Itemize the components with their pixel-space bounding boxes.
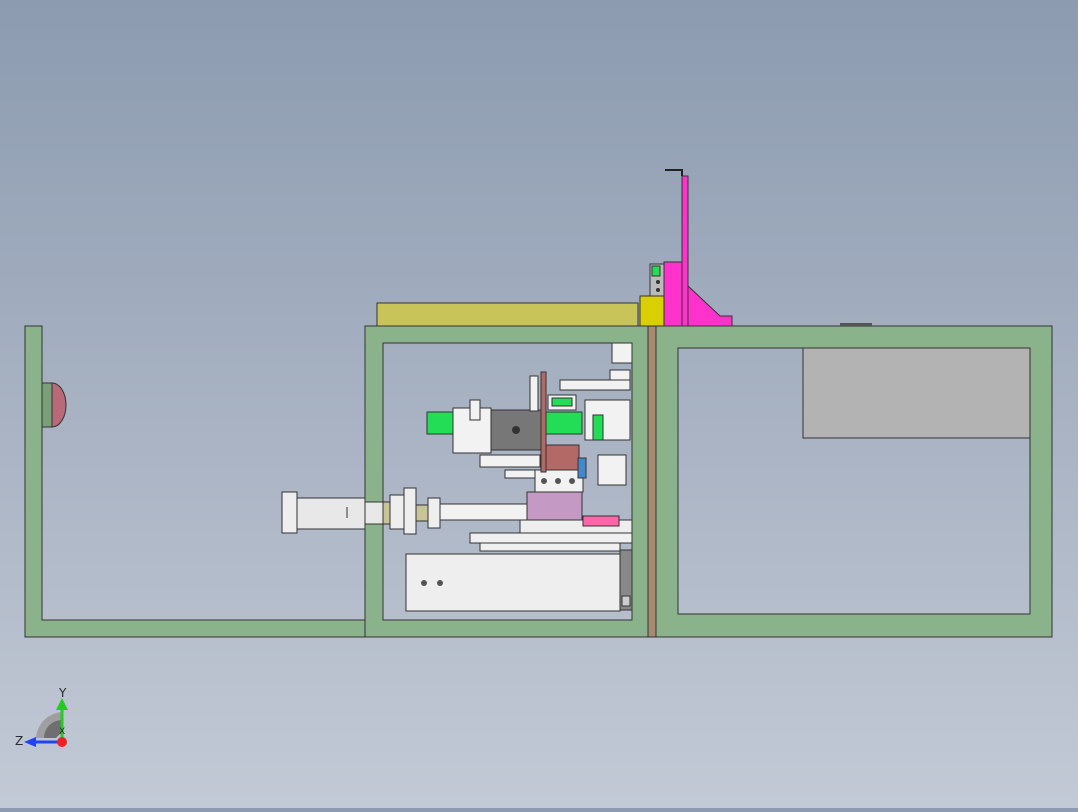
divider-post: [647, 325, 657, 638]
magenta-bracket: [663, 261, 683, 327]
left-frame: [24, 325, 383, 638]
x-axis-dot: [57, 737, 67, 747]
olive-plate: [376, 302, 639, 327]
pneumatic-cylinder: [281, 487, 531, 535]
z-axis-label: Z: [15, 734, 23, 748]
inner-mechanism: [405, 342, 633, 612]
x-axis-label: X: [59, 727, 65, 737]
y-axis-label: Y: [58, 686, 67, 700]
dome-light: [51, 382, 67, 428]
yellow-block: [639, 295, 666, 327]
top-assembly: [376, 169, 733, 327]
grey-panel: [802, 347, 1031, 439]
right-frame: [655, 323, 1053, 638]
cad-drawing: [24, 169, 1053, 638]
orientation-triad: Y Z X: [15, 686, 68, 748]
cad-viewport[interactable]: Y Z X: [0, 0, 1078, 808]
